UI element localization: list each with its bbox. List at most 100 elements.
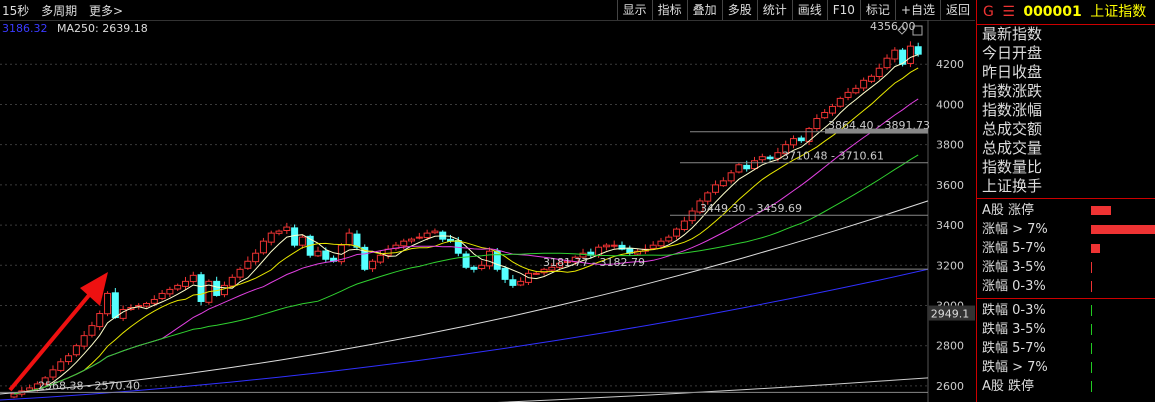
toolbar-add-watchlist[interactable]: +自选 xyxy=(894,0,940,20)
breadth-row: 跌幅 0-3% xyxy=(977,301,1155,320)
candle-body xyxy=(49,369,57,378)
ma-legend: 3186.32 MA250: 2639.18 xyxy=(2,22,148,35)
candle-body xyxy=(111,292,119,319)
index-code: 000001 xyxy=(1023,4,1082,20)
y-tick-label: 2800 xyxy=(936,340,964,353)
toolbar-multi-stock[interactable]: 多股 xyxy=(721,0,757,20)
candle-body xyxy=(104,292,112,315)
breadth-label: 跌幅 > 7% xyxy=(982,360,1048,375)
candle-body xyxy=(766,156,774,160)
candle-body xyxy=(828,105,836,114)
breadth-label: 跌幅 0-3% xyxy=(982,303,1046,318)
ma30-line xyxy=(13,154,919,395)
breadth-row: 涨幅 > 7% xyxy=(977,220,1155,239)
range-annotation: 2568.38 - 2570.40 xyxy=(38,379,140,392)
candle-body xyxy=(400,240,408,247)
toolbar-overlay[interactable]: 叠加 xyxy=(686,0,722,20)
candle-body xyxy=(197,274,205,302)
candle-body xyxy=(821,111,829,119)
candle-body xyxy=(602,244,610,248)
candle-body xyxy=(174,284,182,290)
candle-body xyxy=(813,118,821,130)
group-icon[interactable]: G xyxy=(983,4,994,20)
candle-body xyxy=(166,288,174,295)
breadth-row: 跌幅 > 7% xyxy=(977,358,1155,377)
candle-body xyxy=(72,345,80,356)
breadth-row: A股 涨停 xyxy=(977,201,1155,220)
breadth-bar xyxy=(1091,281,1092,292)
candle-body xyxy=(883,57,891,69)
y-tick-label: 4000 xyxy=(936,98,964,111)
field-turnover-rate: 上证换手 xyxy=(982,177,1043,195)
candle-body xyxy=(150,298,158,304)
candle-body xyxy=(462,253,470,268)
more-button[interactable]: 更多> xyxy=(89,4,123,18)
candle-body xyxy=(797,137,805,142)
breadth-stats: A股 涨停 涨幅 > 7% 涨幅 5-7% 涨幅 3-5% 涨幅 0-3% 跌幅 0-3%… xyxy=(977,201,1155,396)
divider xyxy=(977,298,1155,299)
candle-body xyxy=(844,91,852,98)
multi-period-button[interactable]: 多周期 xyxy=(41,4,77,18)
period-15s[interactable]: 15秒 xyxy=(2,4,29,18)
candlestick-chart[interactable]: 2600280030003200340036003800400042004356… xyxy=(0,20,975,402)
ma250-label: MA250: 2639.18 xyxy=(57,22,148,35)
candle-body xyxy=(423,232,431,239)
toolbar-statistics[interactable]: 统计 xyxy=(756,0,792,20)
index-name: 上证指数 xyxy=(1090,4,1147,20)
breadth-row: A股 跌停 xyxy=(977,377,1155,396)
candle-body xyxy=(80,335,88,347)
breadth-row: 涨幅 3-5% xyxy=(977,258,1155,277)
breadth-bar xyxy=(1091,362,1092,373)
candle-body xyxy=(431,230,439,234)
candle-body xyxy=(727,172,735,182)
candle-body xyxy=(345,232,353,246)
candle-body xyxy=(532,272,540,275)
y-tick-label: 2600 xyxy=(936,380,964,393)
candle-body xyxy=(158,292,166,299)
candle-body xyxy=(860,79,868,89)
candle-body xyxy=(610,244,618,247)
candle-body xyxy=(220,284,228,296)
breadth-bar xyxy=(1091,343,1092,354)
candle-body xyxy=(189,274,197,283)
candle-body xyxy=(751,160,759,170)
toolbar-mark[interactable]: 标记 xyxy=(859,0,895,20)
candle-body xyxy=(657,240,665,247)
ma120-line xyxy=(0,200,929,395)
range-annotation: 3181.77 - 3182.79 xyxy=(543,256,645,269)
candle-body xyxy=(836,97,844,107)
breadth-bar xyxy=(1091,305,1092,316)
breadth-bar xyxy=(1091,206,1111,215)
y-tick-label: 3800 xyxy=(936,139,964,152)
toolbar-back[interactable]: 返回 xyxy=(939,0,975,20)
breadth-row: 跌幅 3-5% xyxy=(977,320,1155,339)
range-highlight xyxy=(825,128,928,134)
candle-body xyxy=(228,276,236,287)
candle-body xyxy=(743,164,751,170)
y-tick-label: 3400 xyxy=(936,219,964,232)
toolbar-indicator[interactable]: 指标 xyxy=(651,0,687,20)
candle-body xyxy=(735,164,743,173)
candle-body xyxy=(244,260,252,269)
candle-body xyxy=(408,238,416,242)
breadth-label: 涨幅 5-7% xyxy=(982,241,1046,256)
range-annotation: 4356.00 xyxy=(870,20,916,33)
toolbar-f10[interactable]: F10 xyxy=(826,0,860,20)
toolbar-show[interactable]: 显示 xyxy=(616,0,652,20)
current-price-label: 2949.1 xyxy=(931,308,970,321)
candle-body xyxy=(143,302,151,307)
candle-body xyxy=(96,313,104,328)
candle-body xyxy=(774,152,782,159)
candle-body xyxy=(376,254,384,263)
range-annotation: 3710.48 - 3710.61 xyxy=(782,150,884,163)
candle-body xyxy=(680,220,688,230)
quote-header: G ☰ 000001 上证指数 xyxy=(977,0,1155,25)
candle-body xyxy=(291,227,299,246)
candle-body xyxy=(57,361,65,371)
candle-body xyxy=(501,267,509,280)
candle-body xyxy=(369,260,377,270)
ma-value: 3186.32 xyxy=(2,22,48,35)
menu-icon[interactable]: ☰ xyxy=(1002,4,1015,20)
toolbar-draw-line[interactable]: 画线 xyxy=(791,0,827,20)
candle-body xyxy=(867,75,875,82)
